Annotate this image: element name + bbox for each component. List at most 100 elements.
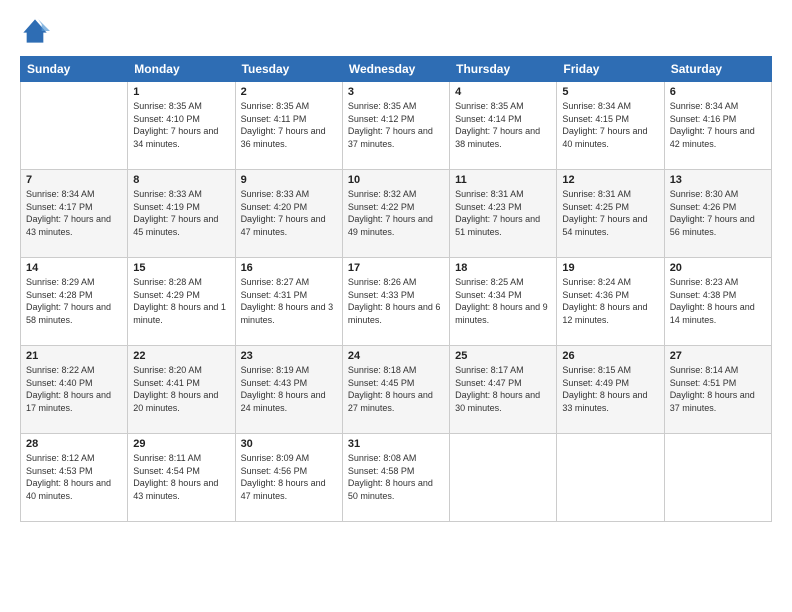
day-info: Sunrise: 8:17 AMSunset: 4:47 PMDaylight:…	[455, 364, 551, 414]
calendar-cell: 19 Sunrise: 8:24 AMSunset: 4:36 PMDayligh…	[557, 258, 664, 346]
day-number: 8	[133, 174, 229, 186]
calendar-cell: 30Sunrise: 8:09 AMSunset: 4:56 PMDayligh…	[235, 434, 342, 522]
day-info: Sunrise: 8:34 AMSunset: 4:17 PMDaylight:…	[26, 188, 122, 238]
day-number: 20	[670, 262, 766, 274]
calendar-cell: 2 Sunrise: 8:35 AMSunset: 4:11 PMDaylight…	[235, 82, 342, 170]
day-number: 2	[241, 86, 337, 98]
calendar-cell: 3 Sunrise: 8:35 AMSunset: 4:12 PMDaylight…	[342, 82, 449, 170]
calendar-week-5: 28 Sunrise: 8:12 AMSunset: 4:53 PMDayligh…	[21, 434, 772, 522]
day-number: 21	[26, 350, 122, 362]
day-number: 25	[455, 350, 551, 362]
weekday-header-saturday: Saturday	[664, 57, 771, 82]
day-info: Sunrise: 8:30 AMSunset: 4:26 PMDaylight:…	[670, 188, 766, 238]
day-info: Sunrise: 8:12 AMSunset: 4:53 PMDaylight:…	[26, 452, 122, 502]
calendar-cell: 4 Sunrise: 8:35 AMSunset: 4:14 PMDaylight…	[450, 82, 557, 170]
calendar-week-3: 14 Sunrise: 8:29 AMSunset: 4:28 PMDayligh…	[21, 258, 772, 346]
calendar-cell: 15 Sunrise: 8:28 AMSunset: 4:29 PMDayligh…	[128, 258, 235, 346]
day-info: Sunrise: 8:15 AMSunset: 4:49 PMDaylight:…	[562, 364, 658, 414]
day-info: Sunrise: 8:27 AMSunset: 4:31 PMDaylight:…	[241, 276, 337, 326]
calendar-week-4: 21 Sunrise: 8:22 AMSunset: 4:40 PMDayligh…	[21, 346, 772, 434]
day-info: Sunrise: 8:14 AMSunset: 4:51 PMDaylight:…	[670, 364, 766, 414]
day-info: Sunrise: 8:18 AMSunset: 4:45 PMDaylight:…	[348, 364, 444, 414]
day-number: 28	[26, 438, 122, 450]
day-number: 10	[348, 174, 444, 186]
calendar-body: 1 Sunrise: 8:35 AMSunset: 4:10 PMDaylight…	[21, 82, 772, 522]
day-info: Sunrise: 8:20 AMSunset: 4:41 PMDaylight:…	[133, 364, 229, 414]
calendar-cell: 10 Sunrise: 8:32 AMSunset: 4:22 PMDayligh…	[342, 170, 449, 258]
day-info: Sunrise: 8:11 AMSunset: 4:54 PMDaylight:…	[133, 452, 229, 502]
calendar-cell: 7 Sunrise: 8:34 AMSunset: 4:17 PMDaylight…	[21, 170, 128, 258]
day-info: Sunrise: 8:35 AMSunset: 4:10 PMDaylight:…	[133, 100, 229, 150]
day-info: Sunrise: 8:25 AMSunset: 4:34 PMDaylight:…	[455, 276, 551, 326]
calendar-week-2: 7 Sunrise: 8:34 AMSunset: 4:17 PMDaylight…	[21, 170, 772, 258]
day-number: 5	[562, 86, 658, 98]
weekday-header-tuesday: Tuesday	[235, 57, 342, 82]
calendar-cell: 24 Sunrise: 8:18 AMSunset: 4:45 PMDayligh…	[342, 346, 449, 434]
calendar-cell: 23Sunrise: 8:19 AMSunset: 4:43 PMDayligh…	[235, 346, 342, 434]
day-info: Sunrise: 8:22 AMSunset: 4:40 PMDaylight:…	[26, 364, 122, 414]
day-number: 17	[348, 262, 444, 274]
day-info: Sunrise: 8:35 AMSunset: 4:14 PMDaylight:…	[455, 100, 551, 150]
calendar-cell: 26Sunrise: 8:15 AMSunset: 4:49 PMDayligh…	[557, 346, 664, 434]
header	[20, 16, 772, 46]
day-number: 1	[133, 86, 229, 98]
calendar-cell: 13 Sunrise: 8:30 AMSunset: 4:26 PMDayligh…	[664, 170, 771, 258]
calendar-cell	[450, 434, 557, 522]
calendar-cell: 12Sunrise: 8:31 AMSunset: 4:25 PMDayligh…	[557, 170, 664, 258]
weekday-header-wednesday: Wednesday	[342, 57, 449, 82]
day-info: Sunrise: 8:32 AMSunset: 4:22 PMDaylight:…	[348, 188, 444, 238]
day-number: 19	[562, 262, 658, 274]
day-number: 7	[26, 174, 122, 186]
calendar-table: SundayMondayTuesdayWednesdayThursdayFrid…	[20, 56, 772, 522]
calendar-cell: 6Sunrise: 8:34 AMSunset: 4:16 PMDaylight…	[664, 82, 771, 170]
weekday-header-thursday: Thursday	[450, 57, 557, 82]
day-number: 14	[26, 262, 122, 274]
calendar-cell: 25 Sunrise: 8:17 AMSunset: 4:47 PMDayligh…	[450, 346, 557, 434]
calendar-cell	[664, 434, 771, 522]
day-number: 22	[133, 350, 229, 362]
calendar-cell: 21 Sunrise: 8:22 AMSunset: 4:40 PMDayligh…	[21, 346, 128, 434]
day-number: 24	[348, 350, 444, 362]
calendar-cell: 8 Sunrise: 8:33 AMSunset: 4:19 PMDaylight…	[128, 170, 235, 258]
day-info: Sunrise: 8:31 AMSunset: 4:25 PMDaylight:…	[562, 188, 658, 238]
day-number: 29	[133, 438, 229, 450]
calendar-cell: 11 Sunrise: 8:31 AMSunset: 4:23 PMDayligh…	[450, 170, 557, 258]
day-info: Sunrise: 8:24 AMSunset: 4:36 PMDaylight:…	[562, 276, 658, 326]
day-number: 15	[133, 262, 229, 274]
day-number: 13	[670, 174, 766, 186]
day-info: Sunrise: 8:33 AMSunset: 4:19 PMDaylight:…	[133, 188, 229, 238]
day-info: Sunrise: 8:23 AMSunset: 4:38 PMDaylight:…	[670, 276, 766, 326]
calendar-header: SundayMondayTuesdayWednesdayThursdayFrid…	[21, 57, 772, 82]
day-info: Sunrise: 8:26 AMSunset: 4:33 PMDaylight:…	[348, 276, 444, 326]
day-number: 18	[455, 262, 551, 274]
day-number: 30	[241, 438, 337, 450]
calendar-cell: 18 Sunrise: 8:25 AMSunset: 4:34 PMDayligh…	[450, 258, 557, 346]
day-number: 4	[455, 86, 551, 98]
calendar-cell: 31Sunrise: 8:08 AMSunset: 4:58 PMDayligh…	[342, 434, 449, 522]
day-info: Sunrise: 8:34 AMSunset: 4:15 PMDaylight:…	[562, 100, 658, 150]
day-number: 9	[241, 174, 337, 186]
calendar-cell: 16 Sunrise: 8:27 AMSunset: 4:31 PMDayligh…	[235, 258, 342, 346]
day-info: Sunrise: 8:31 AMSunset: 4:23 PMDaylight:…	[455, 188, 551, 238]
day-info: Sunrise: 8:35 AMSunset: 4:11 PMDaylight:…	[241, 100, 337, 150]
day-number: 27	[670, 350, 766, 362]
weekday-header-monday: Monday	[128, 57, 235, 82]
weekday-header-friday: Friday	[557, 57, 664, 82]
calendar-cell: 14 Sunrise: 8:29 AMSunset: 4:28 PMDayligh…	[21, 258, 128, 346]
day-info: Sunrise: 8:08 AMSunset: 4:58 PMDaylight:…	[348, 452, 444, 502]
calendar-cell: 17 Sunrise: 8:26 AMSunset: 4:33 PMDayligh…	[342, 258, 449, 346]
calendar-cell: 22 Sunrise: 8:20 AMSunset: 4:41 PMDayligh…	[128, 346, 235, 434]
page: SundayMondayTuesdayWednesdayThursdayFrid…	[0, 0, 792, 612]
day-info: Sunrise: 8:35 AMSunset: 4:12 PMDaylight:…	[348, 100, 444, 150]
day-info: Sunrise: 8:33 AMSunset: 4:20 PMDaylight:…	[241, 188, 337, 238]
day-info: Sunrise: 8:19 AMSunset: 4:43 PMDaylight:…	[241, 364, 337, 414]
calendar-cell: 5 Sunrise: 8:34 AMSunset: 4:15 PMDaylight…	[557, 82, 664, 170]
calendar-week-1: 1 Sunrise: 8:35 AMSunset: 4:10 PMDaylight…	[21, 82, 772, 170]
day-info: Sunrise: 8:29 AMSunset: 4:28 PMDaylight:…	[26, 276, 122, 326]
day-info: Sunrise: 8:28 AMSunset: 4:29 PMDaylight:…	[133, 276, 229, 326]
calendar-cell: 29 Sunrise: 8:11 AMSunset: 4:54 PMDayligh…	[128, 434, 235, 522]
calendar-cell: 20 Sunrise: 8:23 AMSunset: 4:38 PMDayligh…	[664, 258, 771, 346]
day-number: 16	[241, 262, 337, 274]
day-number: 11	[455, 174, 551, 186]
day-number: 3	[348, 86, 444, 98]
